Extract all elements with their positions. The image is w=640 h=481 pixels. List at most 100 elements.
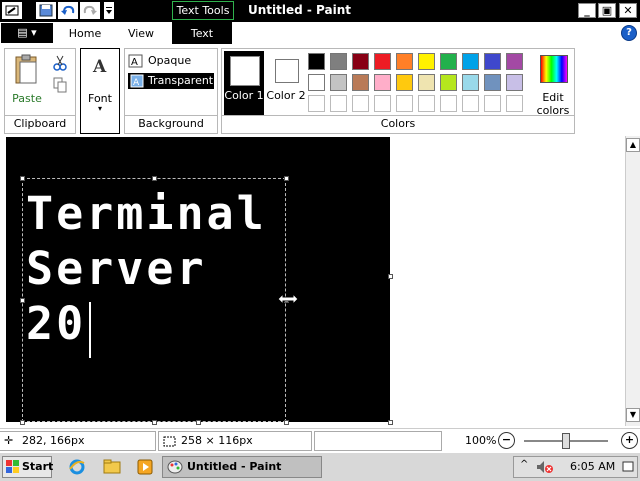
desktop-icon[interactable] (622, 460, 634, 477)
svg-text:A: A (133, 78, 140, 88)
svg-text:A: A (131, 57, 138, 68)
tab-home[interactable]: Home (62, 22, 108, 44)
text-tools-context-tab: Text Tools (172, 1, 234, 20)
scroll-up-icon[interactable]: ▲ (626, 138, 640, 152)
cut-icon[interactable] (53, 55, 67, 74)
edit-colors-label: Edit colors (536, 91, 570, 117)
color-swatch[interactable] (462, 74, 479, 91)
color-swatch[interactable] (374, 53, 391, 70)
color-swatch[interactable] (462, 53, 479, 70)
canvas-resize-handle[interactable] (388, 420, 393, 425)
color2-button[interactable]: Color 2 (266, 51, 306, 115)
cursor-position: 282, 166px (22, 434, 85, 447)
undo-icon[interactable] (58, 2, 78, 19)
resize-handle[interactable] (20, 298, 25, 303)
redo-icon[interactable] (80, 2, 100, 19)
opaque-icon: A (128, 54, 144, 73)
color-swatch[interactable] (330, 95, 347, 112)
color-swatch[interactable] (352, 53, 369, 70)
color-swatch[interactable] (374, 95, 391, 112)
color-swatch[interactable] (308, 53, 325, 70)
transparent-option[interactable]: A Transparent (128, 73, 214, 89)
zoom-slider-thumb[interactable] (562, 433, 570, 449)
color-swatch[interactable] (440, 74, 457, 91)
color-swatch[interactable] (484, 95, 501, 112)
color-swatch[interactable] (352, 95, 369, 112)
canvas-resize-handle[interactable] (388, 274, 393, 279)
color-swatch[interactable] (352, 74, 369, 91)
color-swatch[interactable] (440, 53, 457, 70)
file-size-box (314, 431, 442, 451)
color-swatch[interactable] (418, 74, 435, 91)
status-bar: ✛ 282, 166px 258 × 116px 100% − + (0, 428, 640, 453)
color-swatch[interactable] (440, 95, 457, 112)
close-button[interactable]: ✕ (619, 3, 637, 18)
color1-label: Color 1 (224, 89, 264, 102)
color-swatch[interactable] (418, 95, 435, 112)
volume-muted-icon[interactable] (536, 460, 554, 477)
tab-view[interactable]: View (118, 22, 164, 44)
media-player-icon[interactable] (137, 459, 153, 478)
resize-handle[interactable] (284, 176, 289, 181)
color-swatch[interactable] (506, 53, 523, 70)
paste-button-label[interactable]: Paste (7, 92, 47, 105)
edit-colors-button[interactable]: Edit colors (530, 53, 576, 117)
folder-icon[interactable] (103, 459, 121, 477)
resize-handle[interactable] (284, 420, 289, 425)
resize-handle[interactable] (20, 176, 25, 181)
paint-app-icon[interactable] (2, 2, 22, 19)
color-swatch[interactable] (374, 74, 391, 91)
resize-cursor-icon (277, 292, 299, 308)
tab-text[interactable]: Text (172, 22, 232, 44)
transparent-icon: A (130, 74, 144, 93)
vertical-scrollbar[interactable]: ▲ ▼ (625, 136, 640, 426)
color-swatch[interactable] (308, 74, 325, 91)
minimize-button[interactable]: _ (578, 3, 596, 18)
taskbar-paint-item[interactable]: Untitled - Paint (162, 456, 322, 478)
color-swatch[interactable] (418, 53, 435, 70)
opaque-label: Opaque (148, 54, 192, 67)
color2-label: Color 2 (266, 89, 306, 102)
maximize-button[interactable]: ▣ (598, 3, 616, 18)
text-selection-box[interactable] (22, 178, 286, 422)
tray-expand-icon[interactable]: ^ (520, 459, 528, 470)
color-swatch[interactable] (484, 74, 501, 91)
color-swatch[interactable] (330, 53, 347, 70)
zoom-out-icon[interactable]: − (498, 432, 515, 449)
help-icon[interactable]: ? (621, 25, 637, 41)
font-icon[interactable]: A (93, 57, 106, 77)
resize-handle[interactable] (152, 176, 157, 181)
resize-handle[interactable] (152, 420, 157, 425)
background-group: A Opaque A Transparent Background (124, 48, 218, 134)
paint-menu-button[interactable]: ▤ ▾ (1, 23, 53, 43)
selection-size: 258 × 116px (181, 434, 253, 447)
color-swatch[interactable] (330, 74, 347, 91)
color-swatch[interactable] (506, 95, 523, 112)
customize-toolbar-icon[interactable] (104, 2, 114, 19)
color-swatch[interactable] (308, 95, 325, 112)
paste-icon[interactable] (13, 54, 41, 89)
clock[interactable]: 6:05 AM (570, 460, 615, 473)
resize-handle[interactable] (20, 420, 25, 425)
internet-explorer-icon[interactable] (69, 459, 85, 478)
color1-button[interactable]: Color 1 (224, 51, 264, 115)
color-swatch[interactable] (396, 53, 413, 70)
selection-icon (163, 435, 176, 453)
color-swatch[interactable] (396, 74, 413, 91)
edit-colors-icon (540, 55, 568, 83)
scroll-down-icon[interactable]: ▼ (626, 408, 640, 422)
color-swatch[interactable] (484, 53, 501, 70)
colors-group-label: Colors (222, 115, 574, 132)
copy-icon[interactable] (53, 77, 67, 96)
color-swatch[interactable] (462, 95, 479, 112)
canvas-resize-handle[interactable] (196, 420, 201, 425)
opaque-option[interactable]: A Opaque (128, 53, 214, 69)
color-swatch[interactable] (506, 74, 523, 91)
color-swatch[interactable] (396, 95, 413, 112)
font-dropdown-arrow-icon[interactable]: ▾ (81, 104, 119, 113)
window-title: Untitled - Paint (248, 3, 352, 17)
save-icon[interactable] (36, 2, 56, 19)
start-label: Start (22, 460, 54, 473)
zoom-in-icon[interactable]: + (621, 432, 638, 449)
start-button[interactable]: Start (2, 456, 54, 478)
